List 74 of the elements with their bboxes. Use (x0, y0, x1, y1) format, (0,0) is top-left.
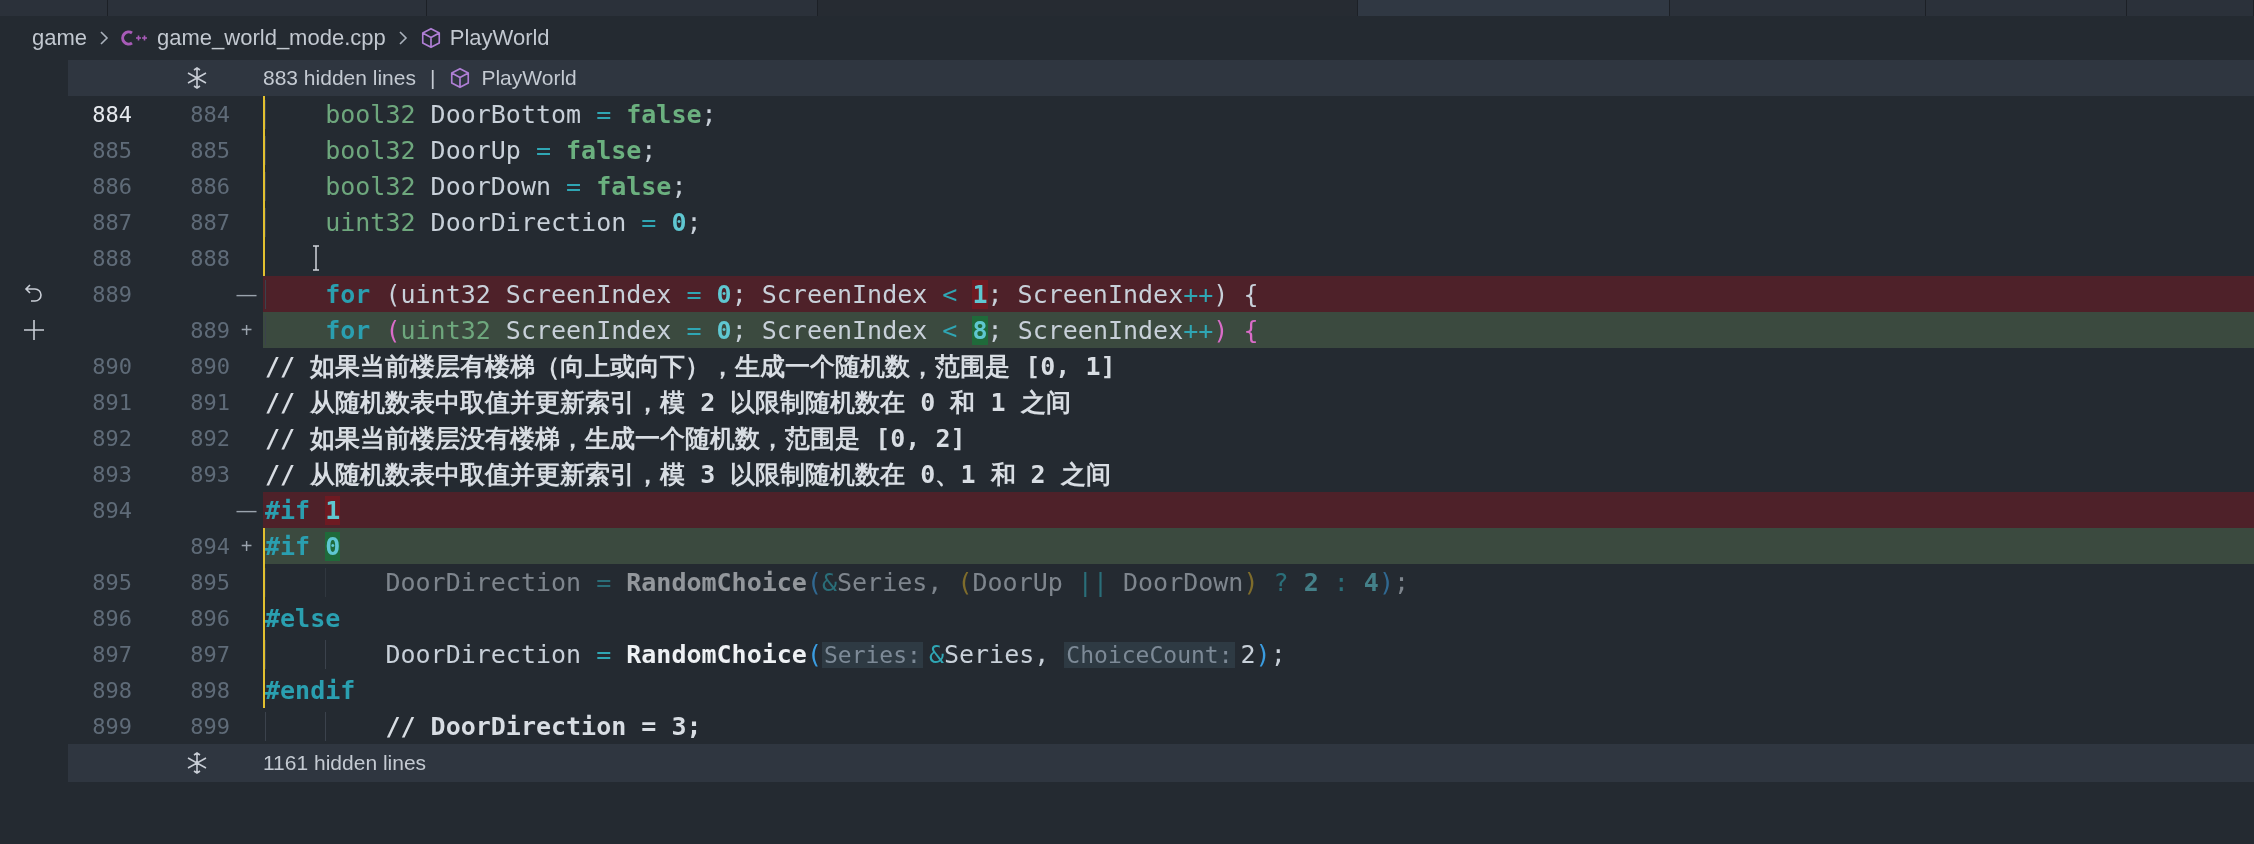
line-number: 885 (190, 137, 230, 163)
code-line: DoorDirection = RandomChoice(Series: &Series, ChoiceCount: 2); (265, 639, 1286, 669)
code-line: DoorDirection = RandomChoice(&Series, (DoorUp || DoorDown) ? 2 : 4); (265, 567, 1410, 597)
diff-marker: — (236, 282, 257, 306)
code-line: #if 1 (265, 495, 341, 525)
line-number: 891 (190, 389, 230, 415)
line-number: 890 (190, 353, 230, 379)
line-number: 895 (190, 569, 230, 595)
diff-marker: + (240, 318, 253, 342)
line-number: 889 (190, 317, 230, 343)
line-number: 897 (92, 641, 132, 667)
line-number: 885 (92, 137, 132, 163)
breadcrumb-item[interactable]: PlayWorld (449, 25, 550, 51)
code-line: #if 0 (265, 531, 341, 561)
line-number: 886 (190, 173, 230, 199)
line-number: 892 (92, 425, 132, 451)
line-number: 884 (190, 101, 230, 127)
code-line: bool32 DoorBottom = false; (265, 99, 717, 129)
code-line: for (uint32 ScreenIndex = 0; ScreenIndex < 8; ScreenIndex++) { (265, 315, 1259, 345)
unfold-icon[interactable] (186, 67, 208, 89)
line-number: 899 (190, 713, 230, 739)
cube-icon (449, 67, 472, 89)
separator: | (429, 66, 436, 90)
line-number: 891 (92, 389, 132, 415)
code-line: // DoorDirection = 3; (265, 711, 702, 741)
line-number: 894 (92, 497, 132, 523)
cube-icon (419, 27, 442, 49)
line-number: 888 (190, 245, 230, 271)
line-number: 884 (92, 101, 132, 127)
chevron-icon (397, 30, 408, 46)
line-number: 899 (92, 713, 132, 739)
unfold-icon[interactable] (186, 752, 208, 774)
code-line: // 如果当前楼层有楼梯（向上或向下），生成一个随机数，范围是 [0, 1] (265, 350, 1116, 383)
line-number: 896 (190, 605, 230, 631)
line-number: 893 (190, 461, 230, 487)
chevron-icon (99, 30, 110, 46)
code-line: // 从随机数表中取值并更新索引，模 3 以限制随机数在 0、1 和 2 之间 (265, 458, 1111, 491)
line-number: 887 (92, 209, 132, 235)
editor-tab[interactable] (818, 0, 1358, 16)
line-number: 889 (92, 281, 132, 307)
code-line: bool32 DoorDown = false; (265, 171, 687, 201)
diff-marker: + (240, 534, 253, 558)
folded-region-bar[interactable]: 1161 hidden lines (68, 744, 2254, 782)
code-line: // 如果当前楼层没有楼梯，生成一个随机数，范围是 [0, 2] (265, 422, 966, 455)
symbol-label[interactable]: PlayWorld (481, 66, 577, 90)
diff-marker: — (236, 498, 257, 522)
code-line: #else (265, 603, 341, 633)
line-number: 894 (190, 533, 230, 559)
code-line: uint32 DoorDirection = 0; (265, 207, 702, 237)
line-number: 888 (92, 245, 132, 271)
line-number: 886 (92, 173, 132, 199)
cpp-file-icon (121, 29, 150, 47)
line-number: 887 (190, 209, 230, 235)
line-number: 898 (190, 677, 230, 703)
editor-tab[interactable] (1358, 0, 1670, 16)
line-number: 890 (92, 353, 132, 379)
line-number: 892 (190, 425, 230, 451)
breadcrumb-item[interactable]: game_world_mode.cpp (157, 25, 386, 51)
line-number: 895 (92, 569, 132, 595)
line-number: 898 (92, 677, 132, 703)
code-line: #endif (265, 675, 356, 705)
code-line: // 从随机数表中取值并更新索引，模 2 以限制随机数在 0 和 1 之间 (265, 386, 1071, 419)
text-cursor-icon (311, 245, 321, 271)
plus-icon[interactable] (22, 318, 46, 342)
editor-tab[interactable] (1670, 0, 1926, 16)
line-number: 896 (92, 605, 132, 631)
code-line: bool32 DoorUp = false; (265, 135, 657, 165)
code-line: for (uint32 ScreenIndex = 0; ScreenIndex < 1; ScreenIndex++) { (265, 279, 1259, 309)
hidden-lines-label[interactable]: 883 hidden lines (263, 66, 416, 90)
breadcrumb-item[interactable]: game (32, 25, 88, 51)
hidden-lines-label[interactable]: 1161 hidden lines (263, 751, 427, 775)
line-number: 893 (92, 461, 132, 487)
line-number: 897 (190, 641, 230, 667)
folded-region-bar[interactable]: 883 hidden lines | PlayWorld (68, 60, 2254, 96)
